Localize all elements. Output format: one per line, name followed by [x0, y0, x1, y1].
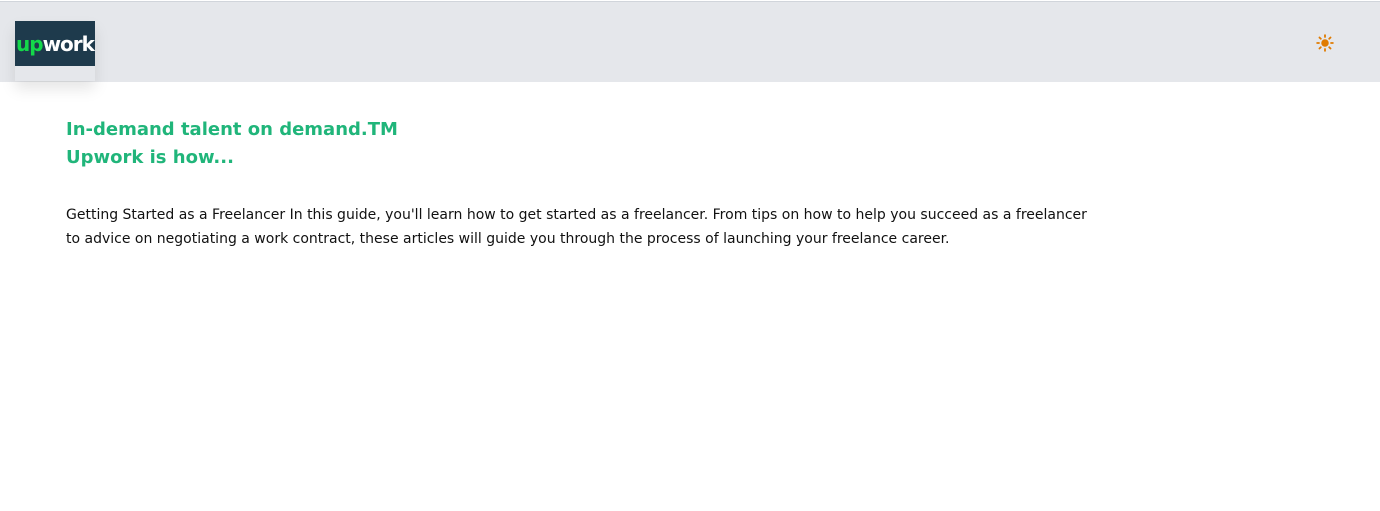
- header-bar: up work: [0, 1, 1380, 82]
- logo-text-work: work: [42, 31, 95, 56]
- theme-toggle-button[interactable]: [1314, 32, 1336, 54]
- sun-icon: [1316, 34, 1334, 52]
- page-headline: In-demand talent on demand.TM Upwork is …: [66, 116, 398, 172]
- logo-link[interactable]: up work: [15, 21, 95, 81]
- logo-text-up: up: [16, 31, 44, 56]
- headline-line-2: Upwork is how...: [66, 147, 234, 168]
- upwork-logo: up work: [15, 21, 95, 66]
- headline-line-1: In-demand talent on demand.TM: [66, 119, 398, 140]
- intro-paragraph: Getting Started as a Freelancer In this …: [66, 207, 1087, 247]
